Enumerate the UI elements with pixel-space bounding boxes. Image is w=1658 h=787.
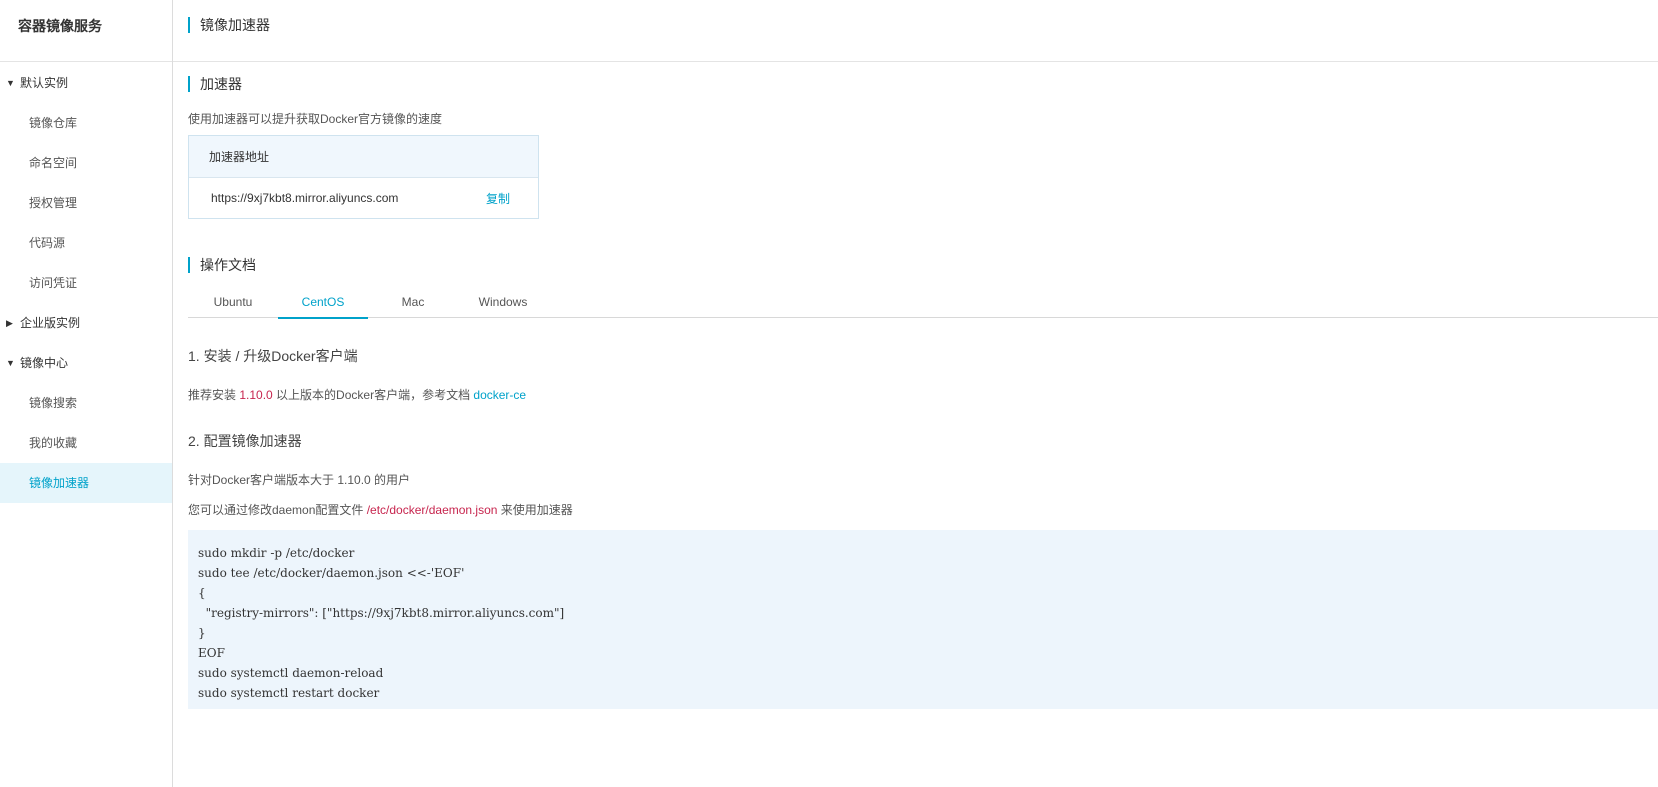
code-line: sudo systemctl restart docker [198, 686, 380, 700]
step2-title: 2. 配置镜像加速器 [188, 433, 302, 449]
accelerator-address-box: 加速器地址 https://9xj7kbt8.mirror.aliyuncs.c… [188, 135, 539, 219]
code-line: sudo tee /etc/docker/daemon.json <<-'EOF… [198, 566, 465, 580]
accelerator-address-header: 加速器地址 [189, 136, 538, 178]
docker-ce-link[interactable]: docker-ce [473, 388, 526, 402]
page-header: 镜像加速器 [173, 0, 1658, 62]
nav-group-enterprise-instance[interactable]: ▶ 企业版实例 [0, 303, 172, 343]
code-line: "registry-mirrors": ["https://9xj7kbt8.m… [198, 606, 565, 620]
nav-group-label: 企业版实例 [20, 316, 81, 330]
accelerator-address: https://9xj7kbt8.mirror.aliyuncs.com [211, 191, 399, 205]
nav-group-image-center[interactable]: ▼ 镜像中心 [0, 343, 172, 383]
content-body: 加速器 使用加速器可以提升获取Docker官方镜像的速度 加速器地址 https… [173, 76, 1658, 709]
docs-section-title: 操作文档 [188, 257, 1658, 273]
recommended-version: 1.10.0 [239, 388, 273, 402]
page-title: 镜像加速器 [188, 16, 270, 33]
sidebar-item-repositories[interactable]: 镜像仓库 [0, 103, 172, 143]
nav-group-default-instance[interactable]: ▼ 默认实例 [0, 63, 172, 103]
sidebar-nav: ▼ 默认实例 镜像仓库 命名空间 授权管理 代码源 访问凭证 ▶ 企业版实例 ▼… [0, 62, 172, 503]
step1-title: 1. 安装 / 升级Docker客户端 [188, 348, 358, 364]
tab-centos[interactable]: CentOS [278, 293, 368, 319]
daemon-config-path: /etc/docker/daemon.json [366, 503, 498, 517]
sidebar-item-code-source[interactable]: 代码源 [0, 223, 172, 263]
code-line: sudo mkdir -p /etc/docker [198, 546, 355, 560]
code-line: { [198, 586, 206, 600]
tab-windows[interactable]: Windows [458, 293, 548, 317]
sidebar: 容器镜像服务 ▼ 默认实例 镜像仓库 命名空间 授权管理 代码源 访问凭证 ▶ … [0, 0, 173, 787]
os-tabs: Ubuntu CentOS Mac Windows [188, 293, 1658, 319]
step1-text-middle: 以上版本的Docker客户端，参考文档 [272, 388, 474, 402]
tab-mac[interactable]: Mac [368, 293, 458, 317]
app-root: 容器镜像服务 ▼ 默认实例 镜像仓库 命名空间 授权管理 代码源 访问凭证 ▶ … [0, 0, 1658, 787]
code-line: } [198, 626, 206, 640]
sidebar-item-image-search[interactable]: 镜像搜索 [0, 383, 172, 423]
caret-right-icon: ▶ [6, 318, 13, 328]
sidebar-item-authorization[interactable]: 授权管理 [0, 183, 172, 223]
sidebar-item-access-credentials[interactable]: 访问凭证 [0, 263, 172, 303]
step2-text1: 针对Docker客户端版本大于 1.10.0 的用户 [188, 473, 411, 487]
code-line: sudo systemctl daemon-reload [198, 666, 384, 680]
step2-text2-suffix: 来使用加速器 [497, 503, 573, 517]
accelerator-address-row: https://9xj7kbt8.mirror.aliyuncs.com 复制 [189, 178, 538, 218]
caret-down-icon: ▼ [6, 78, 15, 88]
sidebar-item-favorites[interactable]: 我的收藏 [0, 423, 172, 463]
sidebar-item-namespaces[interactable]: 命名空间 [0, 143, 172, 183]
code-block: sudo mkdir -p /etc/docker sudo tee /etc/d… [188, 530, 1658, 709]
accelerator-description: 使用加速器可以提升获取Docker官方镜像的速度 [188, 112, 443, 126]
code-line: EOF [198, 646, 225, 660]
nav-group-label: 默认实例 [20, 76, 69, 90]
caret-down-icon: ▼ [6, 358, 15, 368]
tab-ubuntu[interactable]: Ubuntu [188, 293, 278, 317]
sidebar-item-accelerator[interactable]: 镜像加速器 [0, 463, 172, 503]
step2-text2: 您可以通过修改daemon配置文件 /etc/docker/daemon.jso… [188, 501, 1658, 518]
step2-text2-prefix: 您可以通过修改daemon配置文件 [188, 503, 367, 517]
sidebar-title: 容器镜像服务 [0, 0, 172, 62]
main-content: 镜像加速器 加速器 使用加速器可以提升获取Docker官方镜像的速度 加速器地址… [173, 0, 1658, 787]
step1-text-prefix: 推荐安装 [188, 388, 240, 402]
accelerator-section-title: 加速器 [188, 76, 1658, 92]
copy-button[interactable]: 复制 [486, 190, 510, 207]
nav-group-label: 镜像中心 [20, 356, 69, 370]
step1-text: 推荐安装 1.10.0 以上版本的Docker客户端，参考文档 docker-c… [188, 386, 1658, 403]
